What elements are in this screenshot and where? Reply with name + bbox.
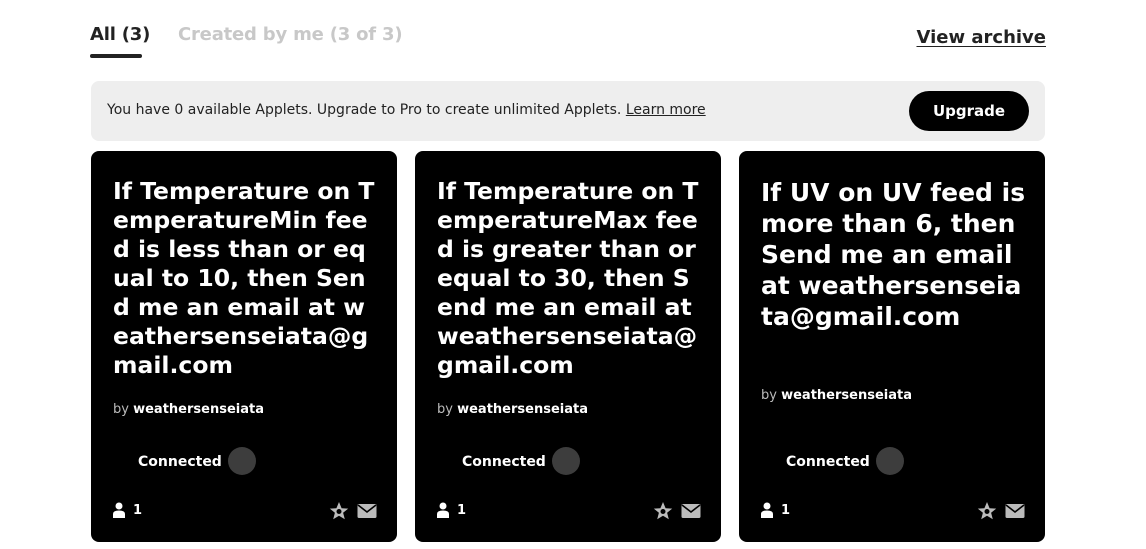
user-count: 1 <box>761 502 790 518</box>
applet-author: weathersenseiata <box>457 402 588 417</box>
connection-status: Connected <box>462 454 546 470</box>
applet-card[interactable]: If Temperature on TemperatureMax feed is… <box>415 151 721 542</box>
learn-more-link[interactable]: Learn more <box>626 102 706 118</box>
upgrade-banner: You have 0 available Applets. Upgrade to… <box>91 81 1045 141</box>
adafruit-star-icon <box>329 501 349 521</box>
user-count: 1 <box>437 502 466 518</box>
active-tab-indicator <box>90 54 142 58</box>
applet-author: weathersenseiata <box>133 402 264 417</box>
applet-byline: by weathersenseiata <box>761 388 912 403</box>
adafruit-star-icon <box>653 501 673 521</box>
service-icons <box>329 501 377 521</box>
byline-prefix: by <box>761 388 777 403</box>
applet-card[interactable]: If UV on UV feed is more than 6, then Se… <box>739 151 1045 542</box>
email-icon <box>357 503 377 519</box>
byline-prefix: by <box>113 402 129 417</box>
service-icons <box>977 501 1025 521</box>
connection-status: Connected <box>786 454 870 470</box>
connection-status: Connected <box>138 454 222 470</box>
tab-all[interactable]: All (3) <box>90 24 150 45</box>
user-count: 1 <box>113 502 142 518</box>
user-count-value: 1 <box>133 502 143 518</box>
byline-prefix: by <box>437 402 453 417</box>
tab-created-by-me[interactable]: Created by me (3 of 3) <box>178 24 403 45</box>
user-icon <box>437 502 449 518</box>
email-icon <box>1005 503 1025 519</box>
applet-title: If Temperature on TemperatureMin feed is… <box>113 177 375 379</box>
banner-text: You have 0 available Applets. Upgrade to… <box>107 102 622 118</box>
applet-byline: by weathersenseiata <box>437 402 588 417</box>
service-icons <box>653 501 701 521</box>
applet-title: If UV on UV feed is more than 6, then Se… <box>761 178 1026 331</box>
applet-byline: by weathersenseiata <box>113 402 264 417</box>
adafruit-star-icon <box>977 501 997 521</box>
applet-title: If Temperature on TemperatureMax feed is… <box>437 177 699 379</box>
user-icon <box>113 502 125 518</box>
upgrade-button[interactable]: Upgrade <box>909 91 1029 131</box>
applet-author: weathersenseiata <box>781 388 912 403</box>
connection-toggle[interactable] <box>228 447 256 475</box>
connection-toggle[interactable] <box>876 447 904 475</box>
email-icon <box>681 503 701 519</box>
view-archive-link[interactable]: View archive <box>916 27 1046 48</box>
applet-card[interactable]: If Temperature on TemperatureMin feed is… <box>91 151 397 542</box>
user-count-value: 1 <box>781 502 791 518</box>
connection-toggle[interactable] <box>552 447 580 475</box>
user-count-value: 1 <box>457 502 467 518</box>
banner-message: You have 0 available Applets. Upgrade to… <box>107 102 706 118</box>
user-icon <box>761 502 773 518</box>
